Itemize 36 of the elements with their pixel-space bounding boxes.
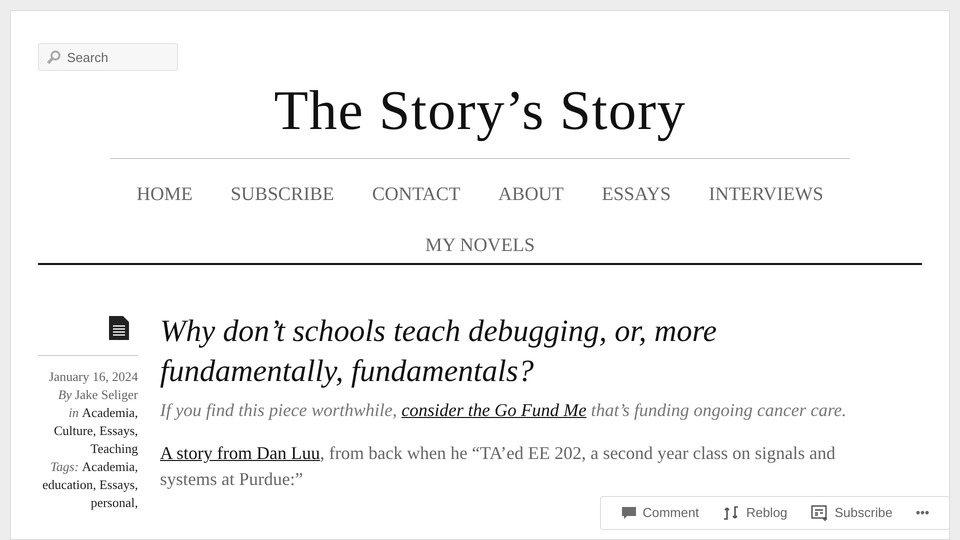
story-link[interactable]: A story from Dan Luu — [160, 443, 320, 463]
subscribe-icon — [810, 504, 829, 522]
subscribe-button[interactable]: Subscribe — [810, 503, 892, 523]
reblog-icon — [722, 505, 740, 521]
post-date[interactable]: January 16, 2024 — [48, 368, 138, 386]
search-icon — [46, 50, 61, 65]
tag-link[interactable]: Essays, — [99, 477, 138, 492]
nav-link[interactable]: ABOUT — [498, 173, 564, 224]
nav-link[interactable]: MY NOVELS — [425, 224, 535, 275]
category-link[interactable]: Academia, — [82, 405, 138, 420]
post-paragraph: A story from Dan Luu, from back when he “TA’ed EE 202, a second year class on signals and systems at Purdue:” — [160, 442, 836, 491]
nav-link[interactable]: HOME — [136, 173, 193, 224]
comment-icon — [620, 505, 637, 521]
reblog-button[interactable]: Reblog — [722, 503, 788, 523]
nav-link[interactable]: INTERVIEWS — [708, 173, 824, 224]
category-link[interactable]: Culture, — [54, 423, 96, 438]
author-link[interactable]: Jake Seliger — [74, 386, 138, 404]
nav-link[interactable]: SUBSCRIBE — [230, 173, 334, 224]
category-label: in — [68, 405, 80, 420]
nav-link[interactable]: ESSAYS — [602, 173, 671, 224]
go-fund-me-link[interactable]: consider the Go Fund Me — [401, 400, 586, 420]
tags-label: Tags: — [50, 459, 80, 474]
tag-link[interactable]: personal, — [90, 495, 138, 510]
post-title: Why don’t schools teach debugging, or, more fundamentally, fundamentals? — [160, 312, 718, 390]
nav-link[interactable]: CONTACT — [372, 173, 460, 224]
site-title[interactable]: The Story’s Story — [274, 79, 686, 143]
category-link[interactable]: Teaching — [90, 441, 138, 456]
document-icon — [108, 315, 130, 341]
byline-label: By — [58, 386, 72, 404]
category-link[interactable]: Essays, — [99, 423, 138, 438]
tag-link[interactable]: education, — [42, 477, 96, 492]
intro-note: If you find this piece worthwhile, consider the Go Fund Me that’s funding ongoing cancer care. — [160, 399, 848, 422]
tag-link[interactable]: Academia, — [82, 459, 138, 474]
search-field[interactable]: Search — [38, 43, 178, 71]
more-button[interactable]: ••• — [916, 503, 930, 523]
comment-button[interactable]: Comment — [620, 503, 699, 523]
